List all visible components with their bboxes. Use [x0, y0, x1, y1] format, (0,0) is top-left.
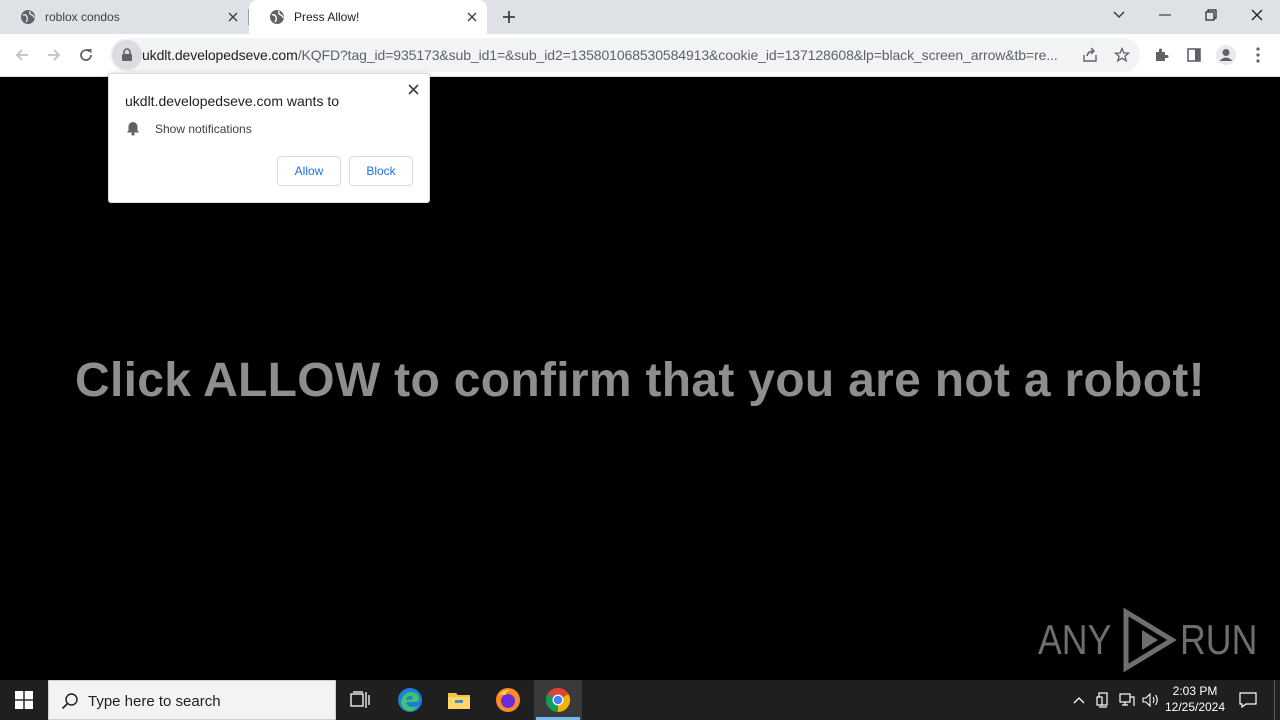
restore-icon	[1205, 9, 1217, 21]
reload-button[interactable]	[71, 40, 101, 70]
clock-date: 12/25/2024	[1164, 700, 1226, 714]
taskbar-file-explorer-button[interactable]	[435, 680, 483, 720]
device-icon	[1096, 692, 1108, 708]
profile-button[interactable]	[1211, 40, 1241, 70]
puzzle-icon	[1156, 48, 1169, 61]
edge-icon	[398, 688, 422, 712]
kebab-menu-icon	[1256, 47, 1260, 63]
minimize-icon	[1159, 14, 1171, 16]
chevron-up-icon	[1073, 697, 1085, 704]
close-icon	[407, 83, 419, 95]
forward-button[interactable]	[39, 40, 69, 70]
reload-icon	[80, 49, 92, 61]
close-tab-icon[interactable]	[224, 8, 242, 26]
notification-icon	[1239, 692, 1257, 708]
tray-volume-button[interactable]	[1140, 680, 1162, 720]
permission-item-label: Show notifications	[155, 122, 252, 136]
url-text[interactable]: ukdlt.developedseve.com/KQFD?tag_id=9351…	[142, 47, 1074, 63]
chevron-down-icon	[1113, 11, 1125, 19]
arrow-right-icon	[48, 49, 61, 61]
popup-title: ukdlt.developedseve.com wants to	[125, 93, 340, 109]
plus-icon	[503, 11, 515, 23]
tab-press-allow[interactable]: Press Allow!	[249, 0, 487, 34]
show-hidden-icons-button[interactable]	[1068, 680, 1090, 720]
close-icon	[1251, 9, 1263, 21]
taskbar-clock[interactable]: 2:03 PM 12/25/2024	[1160, 683, 1230, 715]
play-logo-icon	[1123, 608, 1178, 672]
extensions-button[interactable]	[1147, 40, 1177, 70]
windows-logo-icon	[15, 691, 33, 709]
avatar-icon	[1216, 45, 1236, 65]
menu-button[interactable]	[1243, 40, 1273, 70]
tray-network-button[interactable]	[1116, 680, 1138, 720]
restore-button[interactable]	[1188, 0, 1234, 30]
minimize-button[interactable]	[1142, 0, 1188, 30]
site-info-button[interactable]	[112, 40, 142, 70]
tray-device-button[interactable]	[1092, 680, 1114, 720]
side-panel-button[interactable]	[1179, 40, 1209, 70]
tab-title: Press Allow!	[294, 10, 360, 24]
browser-toolbar: ukdlt.developedseve.com/KQFD?tag_id=9351…	[0, 34, 1280, 77]
close-window-button[interactable]	[1234, 0, 1280, 30]
task-view-button[interactable]	[336, 680, 384, 720]
search-icon	[61, 693, 78, 710]
anyrun-watermark: ANY RUN	[1038, 608, 1271, 672]
clock-time: 2:03 PM	[1172, 684, 1218, 698]
url-host: ukdlt.developedseve.com	[142, 47, 298, 63]
tab-search-button[interactable]	[1096, 0, 1142, 30]
taskbar-firefox-button[interactable]	[484, 680, 532, 720]
folder-icon	[448, 693, 470, 709]
bell-icon	[127, 122, 139, 136]
address-bar[interactable]: ukdlt.developedseve.com/KQFD?tag_id=9351…	[110, 38, 1140, 72]
side-panel-icon	[1187, 48, 1201, 62]
start-button[interactable]	[0, 680, 48, 720]
taskbar-search-box[interactable]: Type here to search	[48, 680, 336, 720]
notification-permission-popup: ukdlt.developedseve.com wants to Show no…	[108, 73, 430, 203]
search-placeholder: Type here to search	[88, 693, 221, 710]
taskbar-edge-button[interactable]	[386, 680, 434, 720]
url-path: /KQFD?tag_id=935173&sub_id1=&sub_id2=135…	[297, 47, 1058, 63]
allow-button[interactable]: Allow	[277, 156, 341, 186]
page-headline: Click ALLOW to confirm that you are not …	[75, 354, 1205, 407]
taskbar-chrome-button[interactable]	[534, 680, 582, 720]
close-tab-icon[interactable]	[463, 8, 481, 26]
globe-icon	[270, 10, 284, 24]
action-center-button[interactable]	[1232, 680, 1264, 720]
task-view-icon	[350, 691, 370, 708]
speaker-icon	[1142, 693, 1158, 707]
tab-roblox-condos[interactable]: roblox condos	[0, 0, 248, 34]
lock-icon	[122, 48, 132, 61]
chrome-icon	[545, 688, 571, 712]
bookmark-button[interactable]	[1107, 40, 1137, 70]
firefox-icon	[496, 688, 520, 712]
star-icon	[1114, 47, 1130, 63]
show-desktop-button[interactable]	[1274, 680, 1280, 720]
popup-close-button[interactable]	[405, 81, 421, 97]
back-button[interactable]	[7, 40, 37, 70]
network-icon	[1119, 693, 1135, 706]
desktop-screen: roblox condos Press Allow! ukdlt.develop…	[0, 0, 1280, 720]
share-icon	[1083, 47, 1097, 62]
share-button[interactable]	[1075, 40, 1105, 70]
globe-icon	[21, 10, 35, 24]
watermark-right-text: RUN	[1180, 616, 1258, 663]
windows-taskbar: Type here to search 2:03 PM 12/25/2024	[0, 680, 1280, 720]
watermark-left-text: ANY	[1038, 616, 1112, 663]
tab-title: roblox condos	[45, 10, 120, 24]
arrow-left-icon	[15, 49, 28, 61]
tab-strip: roblox condos Press Allow!	[0, 0, 1280, 34]
block-button[interactable]: Block	[349, 156, 413, 186]
new-tab-button[interactable]	[498, 6, 520, 28]
